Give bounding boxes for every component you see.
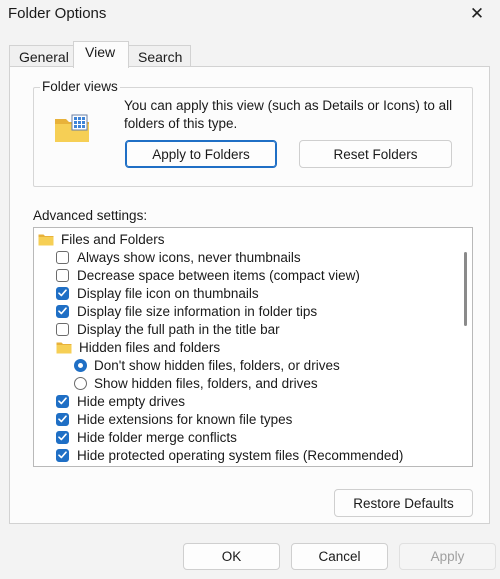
tab-view[interactable]: View (73, 41, 129, 68)
group-files-and-folders: Files and Folders (34, 230, 165, 248)
window-title: Folder Options (8, 5, 107, 22)
option-hide-folder-merge-conflicts[interactable]: Hide folder merge conflicts (34, 428, 237, 446)
checkbox-checked-icon[interactable] (56, 394, 69, 408)
setting-label: Always show icons, never thumbnails (77, 249, 301, 265)
checkbox-checked-icon[interactable] (56, 286, 69, 300)
option-hide-protected-operating-system-files-recommended[interactable]: Hide protected operating system files (R… (34, 446, 403, 464)
setting-label: Display file size information in folder … (77, 303, 318, 319)
option-don-t-show-hidden-files-folders-or-drives[interactable]: Don't show hidden files, folders, or dri… (34, 356, 340, 374)
setting-label: Display the full path in the title bar (77, 321, 280, 337)
setting-label: Decrease space between items (compact vi… (77, 267, 360, 283)
folder-views-legend: Folder views (40, 79, 120, 94)
group-hidden-files-and-folders: Hidden files and folders (34, 338, 220, 356)
advanced-settings-label: Advanced settings: (33, 208, 148, 223)
setting-label: Hide empty drives (77, 393, 186, 409)
radio-selected-icon[interactable] (74, 358, 87, 372)
setting-label: Files and Folders (61, 231, 165, 247)
apply-to-folders-button[interactable]: Apply to Folders (125, 140, 277, 168)
option-display-file-icon-on-thumbnails[interactable]: Display file icon on thumbnails (34, 284, 259, 302)
scrollbar[interactable] (462, 230, 470, 464)
checkbox-checked-icon[interactable] (56, 304, 69, 318)
option-always-show-icons-never-thumbnails[interactable]: Always show icons, never thumbnails (34, 248, 301, 266)
restore-defaults-button[interactable]: Restore Defaults (334, 489, 473, 517)
apply-button[interactable]: Apply (399, 543, 496, 570)
advanced-settings-list[interactable]: Files and Folders Always show icons, neve… (33, 227, 473, 467)
scrollbar-thumb[interactable] (464, 252, 467, 326)
ok-button[interactable]: OK (183, 543, 280, 570)
title-bar: Folder Options ✕ (0, 0, 500, 32)
setting-label: Hide protected operating system files (R… (77, 447, 404, 463)
reset-folders-button[interactable]: Reset Folders (299, 140, 452, 168)
option-hide-empty-drives[interactable]: Hide empty drives (34, 392, 185, 410)
option-hide-extensions-for-known-file-types[interactable]: Hide extensions for known file types (34, 410, 292, 428)
radio-unselected-icon[interactable] (74, 376, 87, 390)
checkbox-checked-icon[interactable] (56, 430, 69, 444)
close-icon[interactable]: ✕ (454, 0, 500, 28)
checkbox-checked-icon[interactable] (56, 448, 69, 462)
checkbox-unchecked-icon[interactable] (56, 250, 69, 264)
checkbox-checked-icon[interactable] (56, 412, 69, 426)
option-display-the-full-path-in-the-title-bar[interactable]: Display the full path in the title bar (34, 320, 280, 338)
tab-search[interactable]: Search (128, 45, 191, 67)
setting-label: Hide folder merge conflicts (77, 429, 237, 445)
checkbox-unchecked-icon[interactable] (56, 268, 69, 282)
folder-views-description: You can apply this view (such as Details… (124, 98, 453, 131)
setting-label: Don't show hidden files, folders, or dri… (94, 357, 340, 373)
setting-label: Hidden files and folders (79, 339, 221, 355)
view-tab-panel: Folder views You can apply this view (su… (9, 66, 490, 524)
tab-general[interactable]: General (9, 45, 74, 67)
option-show-hidden-files-folders-and-drives[interactable]: Show hidden files, folders, and drives (34, 374, 318, 392)
folder-icon (38, 233, 61, 246)
option-display-file-size-information-in-folder-tips[interactable]: Display file size information in folder … (34, 302, 317, 320)
setting-label: Display file icon on thumbnails (77, 285, 259, 301)
cancel-button[interactable]: Cancel (291, 543, 388, 570)
setting-label: Show hidden files, folders, and drives (94, 375, 318, 391)
folder-views-icon (55, 114, 89, 142)
setting-label: Hide extensions for known file types (77, 411, 293, 427)
folder-icon (56, 341, 79, 354)
option-decrease-space-between-items-compact-view[interactable]: Decrease space between items (compact vi… (34, 266, 360, 284)
folder-views-group: Folder views You can apply this view (su… (33, 79, 473, 187)
checkbox-unchecked-icon[interactable] (56, 322, 69, 336)
